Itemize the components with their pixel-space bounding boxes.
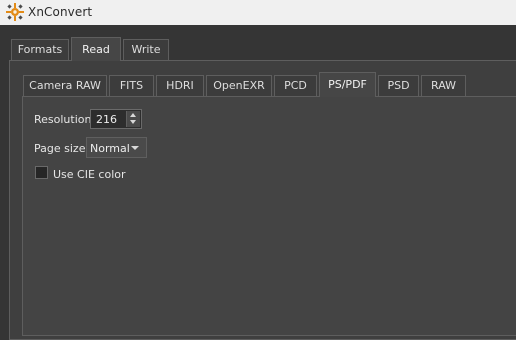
tab-raw[interactable]: RAW	[421, 75, 466, 96]
tab-pcd[interactable]: PCD	[274, 75, 317, 96]
page-size-label: Page size	[34, 142, 86, 155]
spin-up-arrow-icon[interactable]	[127, 111, 140, 119]
tab-read[interactable]: Read	[71, 37, 121, 61]
tab-openexr[interactable]: OpenEXR	[206, 75, 272, 96]
ps-pdf-tab-panel	[22, 96, 516, 336]
use-cie-color-checkbox[interactable]	[35, 166, 48, 179]
tab-psd[interactable]: PSD	[378, 75, 419, 96]
page-size-select[interactable]: Normal	[86, 137, 147, 158]
resolution-stepper[interactable]	[126, 111, 140, 127]
tab-hdri[interactable]: HDRI	[156, 75, 204, 96]
tab-formats[interactable]: Formats	[11, 39, 69, 60]
tab-fits[interactable]: FITS	[109, 75, 154, 96]
resolution-value[interactable]: 216	[96, 113, 117, 126]
title-bar: XnConvert	[0, 0, 516, 25]
resolution-spinbox[interactable]: 216	[90, 109, 142, 129]
tab-camera-raw[interactable]: Camera RAW	[23, 75, 107, 96]
spin-down-arrow-icon[interactable]	[127, 119, 140, 127]
window-title: XnConvert	[28, 5, 93, 19]
tab-write[interactable]: Write	[123, 39, 169, 60]
page-size-value[interactable]: Normal	[90, 142, 130, 155]
resolution-label: Resolution	[34, 113, 92, 126]
xnconvert-app-icon	[6, 3, 24, 21]
chevron-down-icon[interactable]	[131, 146, 139, 150]
use-cie-color-label[interactable]: Use CIE color	[53, 168, 126, 181]
tab-ps-pdf[interactable]: PS/PDF	[319, 72, 376, 97]
